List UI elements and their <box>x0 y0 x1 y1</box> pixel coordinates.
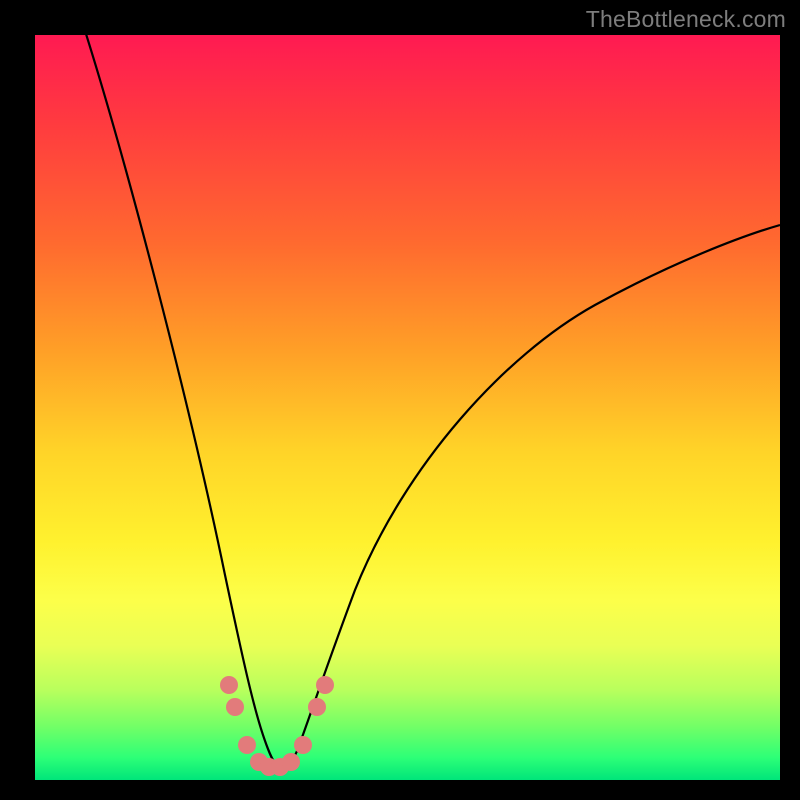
chart-stage: TheBottleneck.com <box>0 0 800 800</box>
watermark-text: TheBottleneck.com <box>586 6 786 33</box>
plot-gradient-background <box>35 35 780 780</box>
